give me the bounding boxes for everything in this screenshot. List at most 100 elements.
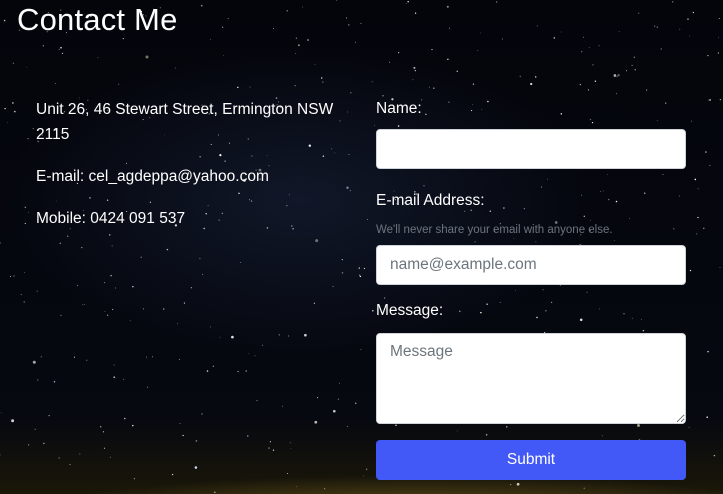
star bbox=[638, 12, 640, 14]
star bbox=[516, 482, 520, 486]
star bbox=[480, 32, 481, 34]
star bbox=[206, 370, 209, 372]
star bbox=[27, 138, 29, 140]
star bbox=[58, 48, 60, 50]
star bbox=[530, 82, 533, 86]
star bbox=[398, 52, 400, 54]
star bbox=[697, 188, 699, 190]
star bbox=[717, 52, 720, 54]
star bbox=[152, 356, 154, 358]
star bbox=[183, 302, 185, 304]
star bbox=[709, 99, 711, 101]
star bbox=[289, 442, 291, 444]
star bbox=[227, 18, 229, 19]
star bbox=[367, 219, 368, 220]
star bbox=[272, 449, 275, 451]
star bbox=[456, 70, 458, 72]
star bbox=[3, 19, 6, 22]
star bbox=[689, 35, 690, 37]
star bbox=[560, 31, 562, 33]
star bbox=[268, 447, 270, 449]
star bbox=[634, 68, 636, 71]
star bbox=[365, 468, 368, 471]
star bbox=[254, 355, 256, 357]
star bbox=[703, 227, 705, 230]
star bbox=[341, 272, 344, 274]
star bbox=[501, 38, 503, 40]
star bbox=[231, 335, 234, 339]
star bbox=[295, 37, 297, 39]
star bbox=[598, 45, 600, 47]
star bbox=[104, 282, 106, 284]
star bbox=[109, 456, 111, 458]
name-input[interactable] bbox=[376, 129, 686, 169]
email-help-text: We'll never share your email with anyone… bbox=[376, 224, 613, 236]
star bbox=[449, 27, 450, 29]
star bbox=[405, 3, 407, 4]
star bbox=[496, 1, 498, 3]
star bbox=[190, 287, 193, 289]
star bbox=[358, 267, 360, 269]
star bbox=[594, 80, 597, 82]
star bbox=[58, 457, 60, 459]
star bbox=[145, 55, 149, 59]
star bbox=[322, 81, 324, 83]
star bbox=[163, 308, 165, 310]
star bbox=[694, 178, 697, 181]
star bbox=[140, 256, 142, 258]
star bbox=[97, 57, 99, 59]
star bbox=[317, 397, 319, 399]
star bbox=[4, 107, 6, 110]
star bbox=[446, 5, 449, 8]
star bbox=[20, 294, 22, 296]
star bbox=[359, 275, 362, 278]
star bbox=[295, 52, 296, 54]
star bbox=[112, 308, 114, 311]
star bbox=[24, 272, 25, 273]
star bbox=[110, 274, 112, 277]
star bbox=[477, 49, 479, 51]
star bbox=[249, 86, 251, 88]
contact-address: Unit 26, 46 Stewart Street, Ermington NS… bbox=[36, 101, 334, 143]
star bbox=[102, 431, 105, 433]
message-textarea[interactable] bbox=[376, 333, 686, 424]
star bbox=[53, 381, 56, 383]
star bbox=[129, 320, 131, 322]
star bbox=[346, 17, 348, 19]
star bbox=[304, 333, 307, 337]
star bbox=[104, 310, 106, 312]
star bbox=[348, 24, 350, 26]
star bbox=[360, 349, 362, 350]
star bbox=[113, 364, 115, 366]
star bbox=[617, 74, 620, 77]
email-input[interactable] bbox=[376, 245, 686, 285]
submit-button[interactable]: Submit bbox=[376, 440, 686, 480]
star bbox=[221, 26, 224, 28]
star bbox=[631, 64, 633, 66]
star bbox=[201, 5, 203, 7]
star bbox=[519, 75, 522, 78]
star bbox=[536, 25, 538, 27]
contact-mobile: Mobile: 0424 091 537 bbox=[36, 210, 186, 227]
star bbox=[60, 314, 62, 317]
star bbox=[146, 386, 148, 388]
star bbox=[166, 248, 169, 251]
star bbox=[40, 356, 42, 358]
star bbox=[346, 426, 348, 427]
star bbox=[338, 382, 340, 384]
star bbox=[174, 67, 176, 69]
star bbox=[239, 262, 241, 264]
star bbox=[553, 37, 556, 39]
star bbox=[132, 286, 134, 288]
star bbox=[587, 89, 589, 91]
star bbox=[314, 63, 316, 65]
star bbox=[719, 266, 721, 268]
star bbox=[579, 83, 582, 86]
star bbox=[706, 416, 708, 418]
star bbox=[43, 442, 45, 444]
star bbox=[247, 435, 249, 437]
star bbox=[7, 122, 8, 124]
star bbox=[307, 39, 309, 41]
star bbox=[42, 45, 44, 47]
star bbox=[0, 412, 2, 414]
